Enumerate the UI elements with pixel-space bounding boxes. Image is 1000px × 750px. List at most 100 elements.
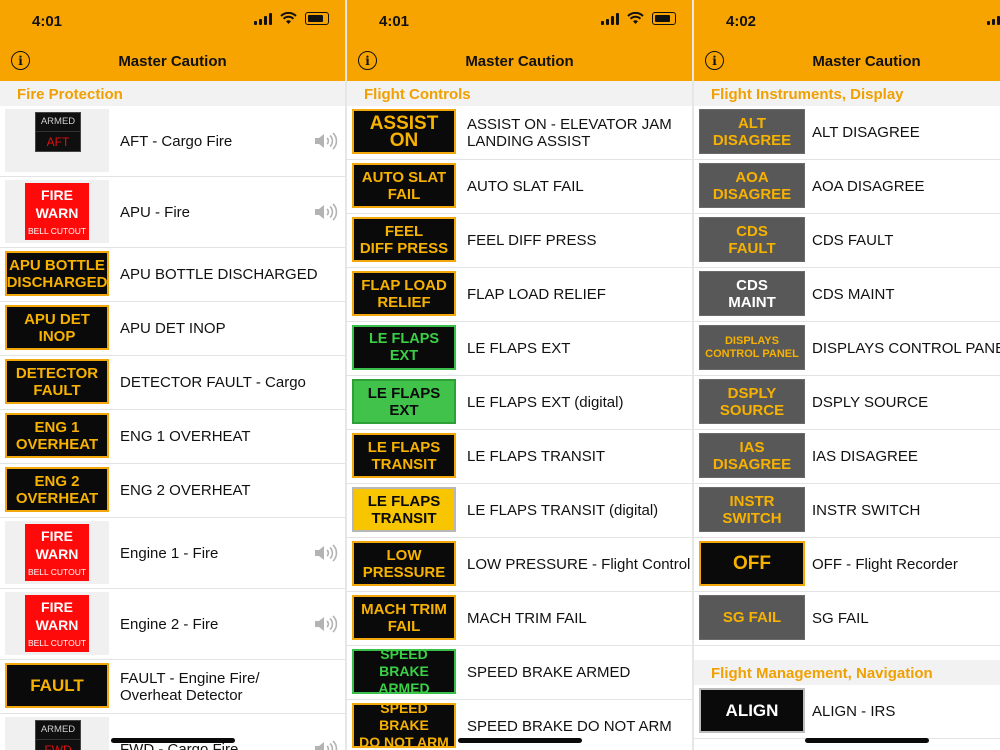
list-item[interactable]: LOW PRESSURE LOW PRESSURE - Flight Control — [347, 538, 692, 592]
list-item[interactable]: DETECTOR FAULT DETECTOR FAULT - Cargo — [0, 356, 345, 410]
list-item[interactable]: FLAP LOAD RELIEF FLAP LOAD RELIEF — [347, 268, 692, 322]
speaker-icon[interactable] — [313, 543, 339, 563]
caution-light[interactable]: FLAP LOAD RELIEF — [352, 271, 456, 316]
list-item[interactable]: DSPLY SOURCE DSPLY SOURCE — [694, 376, 1000, 430]
caution-light[interactable]: ARMED AFT — [5, 109, 109, 172]
caution-light[interactable]: FEEL DIFF PRESS — [352, 217, 456, 262]
caution-light[interactable]: LE FLAPS EXT — [352, 325, 456, 370]
caution-light[interactable]: IAS DISAGREE — [699, 433, 805, 478]
caution-light[interactable]: CDS FAULT — [699, 217, 805, 262]
list-item[interactable]: ARMED FWD FWD - Cargo Fire — [0, 714, 345, 750]
list-item[interactable]: FIRE WARN BELL CUTOUT Engine 1 - Fire — [0, 518, 345, 589]
list-item[interactable]: APU DET INOP APU DET INOP — [0, 302, 345, 356]
list-item[interactable]: FAULT FAULT - Engine Fire/ Overheat Detec… — [0, 660, 345, 714]
list-item[interactable]: LE FLAPS TRANSIT LE FLAPS TRANSIT — [347, 430, 692, 484]
home-indicator[interactable] — [805, 738, 929, 743]
list-item[interactable]: ALIGN ALIGN - IRS — [694, 685, 1000, 739]
list-item[interactable]: ENG 1 OVERHEAT ENG 1 OVERHEAT — [0, 410, 345, 464]
caution-light[interactable]: LE FLAPS EXT — [352, 379, 456, 424]
caution-light[interactable]: ARMED FWD — [5, 717, 109, 750]
list-item[interactable]: AOA DISAGREE AOA DISAGREE — [694, 160, 1000, 214]
list-item[interactable]: MACH TRIM FAIL MACH TRIM FAIL — [347, 592, 692, 646]
zone-label: FWD — [36, 739, 80, 750]
speaker-icon[interactable] — [313, 202, 339, 222]
caution-light[interactable]: FIRE WARN BELL CUTOUT — [5, 592, 109, 655]
caution-light[interactable]: LE FLAPS TRANSIT — [352, 433, 456, 478]
list-item[interactable]: LE FLAPS TRANSIT LE FLAPS TRANSIT (digital… — [347, 484, 692, 538]
caution-light[interactable]: APU BOTTLE DISCHARGED — [5, 251, 109, 296]
caution-light[interactable]: AUTO SLAT FAIL — [352, 163, 456, 208]
caution-light[interactable]: APU DET INOP — [5, 305, 109, 350]
list-item[interactable]: SPEED BRAKE ARMED SPEED BRAKE ARMED — [347, 646, 692, 700]
light-text-line2: SWITCH — [722, 509, 782, 527]
light-text-line2: WARN — [35, 546, 79, 562]
caution-light[interactable]: SPEED BRAKE ARMED — [352, 646, 456, 696]
list-item[interactable]: ENG 2 OVERHEAT ENG 2 OVERHEAT — [0, 464, 345, 518]
row-label: DSPLY SOURCE — [812, 394, 929, 411]
light-text-line1: AUTO SLAT — [361, 168, 447, 186]
light-text-line1: SG FAIL — [722, 609, 782, 626]
row-label: FEEL DIFF PRESS — [467, 232, 597, 249]
light-text-line1: SPEED BRAKE — [379, 646, 429, 679]
caution-light[interactable]: FAULT — [5, 663, 109, 708]
home-indicator[interactable] — [111, 738, 235, 743]
section-header: Fire Protection — [0, 81, 345, 106]
light-text-line2: PRESSURE — [362, 563, 446, 581]
caution-light[interactable]: AOA DISAGREE — [699, 163, 805, 208]
caution-light[interactable]: ENG 2 OVERHEAT — [5, 467, 109, 512]
list-item[interactable]: OFF OFF - Flight Recorder — [694, 538, 1000, 592]
caution-light[interactable]: DISPLAYS CONTROL PANEL — [699, 325, 805, 370]
speaker-icon[interactable] — [313, 131, 339, 151]
light-text-line1: FEEL — [384, 222, 424, 240]
light-text-line2: MAINT — [728, 293, 776, 311]
caution-light[interactable]: SG FAIL — [699, 595, 805, 640]
list-item[interactable]: SG FAIL SG FAIL — [694, 592, 1000, 646]
caution-light[interactable]: DETECTOR FAULT — [5, 359, 109, 404]
list-item[interactable]: CDS MAINT CDS MAINT — [694, 268, 1000, 322]
list-item[interactable]: FIRE WARN BELL CUTOUT Engine 2 - Fire — [0, 589, 345, 660]
caution-light[interactable]: ALT DISAGREE — [699, 109, 805, 154]
fire-warn-light: FIRE WARN BELL CUTOUT — [25, 524, 89, 581]
caution-light[interactable]: ENG 1 OVERHEAT — [5, 413, 109, 458]
status-time: 4:02 — [726, 13, 757, 30]
caution-light[interactable]: FIRE WARN BELL CUTOUT — [5, 180, 109, 243]
caution-light[interactable]: FIRE WARN BELL CUTOUT — [5, 521, 109, 584]
list-item[interactable]: APU BOTTLE DISCHARGED APU BOTTLE DISCHARGE… — [0, 248, 345, 302]
row-label: DISPLAYS CONTROL PANEL — [812, 340, 1000, 357]
list-item[interactable]: LE FLAPS EXT LE FLAPS EXT (digital) — [347, 376, 692, 430]
nav-header: 4:02 i Master Caution — [694, 0, 1000, 81]
bell-cutout-label: BELL CUTOUT — [27, 226, 87, 236]
home-indicator[interactable] — [458, 738, 582, 743]
light-text-line2: WARN — [35, 617, 79, 633]
speaker-icon[interactable] — [313, 739, 339, 750]
caution-light[interactable]: ASSIST ON — [352, 109, 456, 154]
page-title: Master Caution — [118, 53, 227, 70]
caution-light[interactable]: MACH TRIM FAIL — [352, 595, 456, 640]
light-text-line2: OVERHEAT — [15, 489, 99, 507]
list-item[interactable]: CDS FAULT CDS FAULT — [694, 214, 1000, 268]
list-item[interactable]: IAS DISAGREE IAS DISAGREE — [694, 430, 1000, 484]
caution-light[interactable]: ALIGN — [699, 688, 805, 733]
list-item[interactable]: LE FLAPS EXT LE FLAPS EXT — [347, 322, 692, 376]
caution-light[interactable]: LE FLAPS TRANSIT — [352, 487, 456, 532]
caution-light[interactable]: SPEED BRAKE DO NOT ARM — [352, 700, 456, 750]
light-text-line1: SPEED BRAKE — [379, 700, 429, 733]
list-item[interactable]: ASSIST ON ASSIST ON - ELEVATOR JAM LANDIN… — [347, 106, 692, 160]
caution-light[interactable]: LOW PRESSURE — [352, 541, 456, 586]
list-item[interactable]: DISPLAYS CONTROL PANEL DISPLAYS CONTROL PA… — [694, 322, 1000, 376]
speaker-icon[interactable] — [313, 614, 339, 634]
caution-light[interactable]: CDS MAINT — [699, 271, 805, 316]
light-text-line2: OVERHEAT — [15, 435, 99, 453]
list-item[interactable]: AUTO SLAT FAIL AUTO SLAT FAIL — [347, 160, 692, 214]
list-item[interactable]: FEEL DIFF PRESS FEEL DIFF PRESS — [347, 214, 692, 268]
caution-light[interactable]: OFF — [699, 541, 805, 586]
caution-light[interactable]: INSTR SWITCH — [699, 487, 805, 532]
caution-light[interactable]: DSPLY SOURCE — [699, 379, 805, 424]
status-time: 4:01 — [379, 13, 410, 30]
list-item[interactable]: ALT DISAGREE ALT DISAGREE — [694, 106, 1000, 160]
list-item[interactable]: FIRE WARN BELL CUTOUT APU - Fire — [0, 177, 345, 248]
caution-list: ASSIST ON ASSIST ON - ELEVATOR JAM LANDIN… — [347, 106, 692, 750]
list-item[interactable]: INSTR SWITCH INSTR SWITCH — [694, 484, 1000, 538]
list-item[interactable]: ARMED AFT AFT - Cargo Fire — [0, 106, 345, 177]
light-text-line1: LE FLAPS — [368, 330, 440, 347]
